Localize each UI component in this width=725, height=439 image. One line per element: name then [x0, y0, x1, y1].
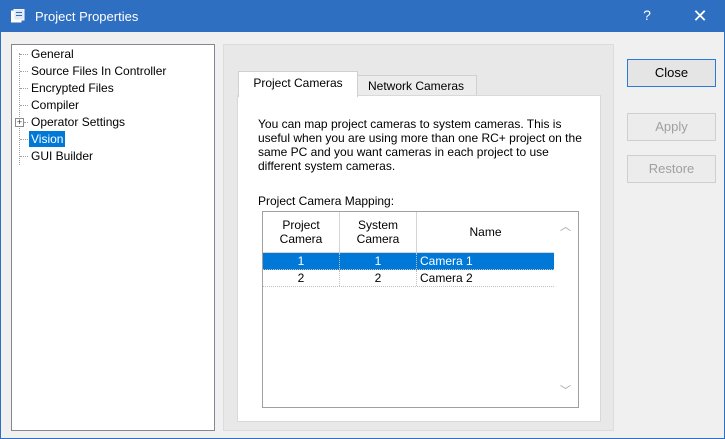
project-camera-cell[interactable]: 2: [263, 270, 340, 286]
title-bar[interactable]: Project Properties ? ✕: [1, 1, 724, 32]
table-row[interactable]: 1 1 Camera 1: [263, 253, 555, 270]
project-camera-cell[interactable]: 1: [263, 253, 340, 269]
expand-icon[interactable]: +: [15, 118, 24, 127]
name-cell[interactable]: Camera 1: [417, 253, 555, 269]
column-header-project-camera[interactable]: Project Camera: [263, 212, 340, 253]
tree-item-label: General: [31, 47, 74, 61]
help-button[interactable]: ?: [635, 7, 659, 27]
camera-mapping-grid: Project Camera System Camera Name 1 1 Ca…: [262, 211, 579, 408]
tree-item-label: Operator Settings: [31, 115, 126, 129]
column-header-name[interactable]: Name: [417, 212, 555, 253]
column-header-label: System Camera: [356, 218, 400, 246]
tree-item-label: GUI Builder: [31, 149, 94, 163]
project-properties-icon: [11, 9, 25, 23]
close-window-button[interactable]: ✕: [687, 6, 713, 28]
tab-project-cameras[interactable]: Project Cameras: [238, 71, 358, 97]
restore-button[interactable]: Restore: [627, 155, 716, 183]
column-header-system-camera[interactable]: System Camera: [340, 212, 417, 253]
project-properties-window: Project Properties ? ✕ General Source Fi…: [0, 0, 725, 439]
table-row[interactable]: 2 2 Camera 2: [263, 270, 555, 287]
apply-button[interactable]: Apply: [627, 113, 716, 141]
scroll-up-icon[interactable]: ︿: [560, 218, 571, 234]
project-cameras-tab-page: You can map project cameras to system ca…: [237, 95, 601, 422]
description-text: You can map project cameras to system ca…: [258, 117, 582, 173]
tree-item-label: Compiler: [31, 98, 80, 112]
scroll-down-icon[interactable]: ﹀: [560, 382, 571, 398]
name-cell[interactable]: Camera 2: [417, 270, 555, 286]
tree-connector-line: [19, 53, 20, 165]
system-camera-cell[interactable]: 1: [340, 253, 417, 269]
column-header-label: Project Camera: [279, 218, 323, 246]
mapping-label: Project Camera Mapping:: [258, 194, 395, 208]
tree-item-label: Vision: [29, 131, 66, 147]
vision-settings-panel: Network Cameras You can map project came…: [223, 44, 614, 431]
system-camera-cell[interactable]: 2: [340, 270, 417, 286]
properties-tree: General Source Files In Controller Encry…: [11, 44, 215, 431]
tree-item-label: Encrypted Files: [31, 81, 114, 95]
tab-network-cameras[interactable]: Network Cameras: [355, 75, 477, 96]
vertical-scrollbar[interactable]: ︿ ﹀: [554, 212, 577, 407]
close-button[interactable]: Close: [627, 59, 716, 87]
tree-item-label: Source Files In Controller: [31, 64, 167, 78]
column-header-label: Name: [469, 225, 502, 239]
window-title: Project Properties: [35, 9, 139, 24]
